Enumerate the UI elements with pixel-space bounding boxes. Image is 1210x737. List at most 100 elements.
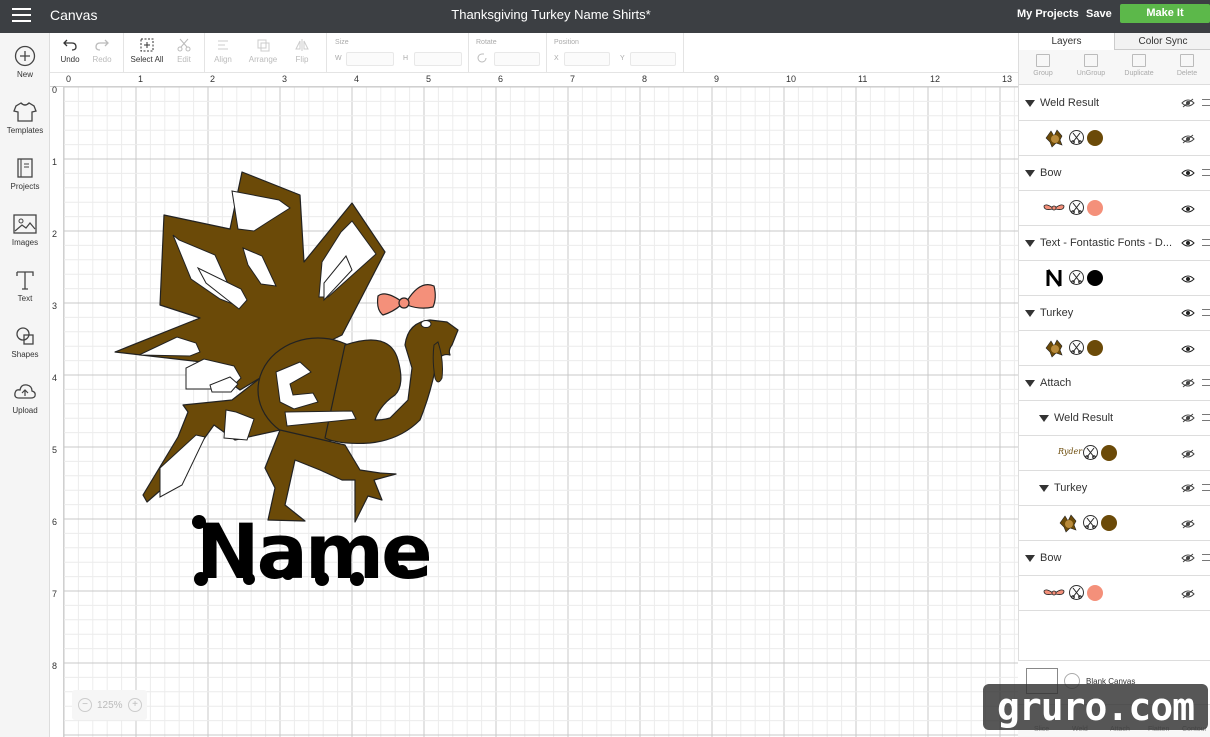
collapse-triangle-icon[interactable] — [1025, 240, 1035, 247]
eye-icon[interactable] — [1181, 168, 1195, 178]
make-it-button[interactable]: Make It — [1120, 4, 1210, 23]
layer-header[interactable]: Turkey — [1019, 471, 1210, 506]
collapse-triangle-icon[interactable] — [1039, 415, 1049, 422]
cut-scissors-icon[interactable] — [1083, 445, 1098, 460]
collapse-triangle-icon[interactable] — [1025, 310, 1035, 317]
tab-layers[interactable]: Layers — [1019, 33, 1115, 50]
group-button[interactable]: Group — [1019, 54, 1067, 77]
align-button[interactable]: Align — [210, 37, 236, 64]
eye-hidden-icon[interactable] — [1181, 134, 1195, 144]
edit-toolbar: Undo Redo Select All Edit Align Arrange … — [50, 33, 1018, 73]
eye-hidden-icon[interactable] — [1181, 589, 1195, 599]
eye-hidden-icon[interactable] — [1181, 413, 1195, 423]
collapse-triangle-icon[interactable] — [1025, 555, 1035, 562]
layer-header[interactable]: Bow — [1019, 541, 1210, 576]
cut-scissors-icon[interactable] — [1083, 515, 1098, 530]
layer-color-swatch[interactable] — [1087, 270, 1103, 286]
cut-scissors-icon[interactable] — [1069, 130, 1084, 145]
height-field[interactable] — [414, 52, 462, 66]
redo-button[interactable]: Redo — [90, 37, 114, 64]
layer-color-swatch[interactable] — [1087, 585, 1103, 601]
width-field[interactable] — [346, 52, 394, 66]
zoom-out-icon[interactable]: − — [78, 698, 92, 712]
layer-item[interactable]: Ryder — [1019, 436, 1210, 471]
layer-item[interactable] — [1019, 576, 1210, 611]
sidebar-item-images[interactable]: Images — [0, 213, 50, 247]
drag-handle-icon[interactable] — [1202, 169, 1210, 176]
layer-header[interactable]: Text - Fontastic Fonts - D... — [1019, 226, 1210, 261]
notebook-icon — [17, 158, 33, 178]
layer-color-swatch[interactable] — [1087, 200, 1103, 216]
select-all-button[interactable]: Select All — [129, 37, 165, 64]
cut-scissors-icon[interactable] — [1069, 270, 1084, 285]
ungroup-button[interactable]: UnGroup — [1067, 54, 1115, 77]
collapse-triangle-icon[interactable] — [1039, 485, 1049, 492]
eye-hidden-icon[interactable] — [1181, 378, 1195, 388]
cut-scissors-icon[interactable] — [1069, 340, 1084, 355]
eye-hidden-icon[interactable] — [1181, 553, 1195, 563]
position-x-field[interactable] — [564, 52, 610, 66]
eye-hidden-icon[interactable] — [1181, 519, 1195, 529]
sidebar-item-shapes[interactable]: Shapes — [0, 325, 50, 359]
drag-handle-icon[interactable] — [1202, 239, 1210, 246]
duplicate-button[interactable]: Duplicate — [1115, 54, 1163, 77]
layer-item[interactable] — [1019, 191, 1210, 226]
cut-scissors-icon[interactable] — [1069, 585, 1084, 600]
layer-header[interactable]: Bow — [1019, 156, 1210, 191]
collapse-triangle-icon[interactable] — [1025, 170, 1035, 177]
ungroup-label: UnGroup — [1076, 70, 1106, 77]
drag-handle-icon[interactable] — [1202, 379, 1210, 386]
drag-handle-icon[interactable] — [1202, 99, 1210, 106]
layer-item[interactable] — [1019, 331, 1210, 366]
save-button[interactable]: Save — [1086, 8, 1112, 20]
flip-button[interactable]: Flip — [290, 37, 314, 64]
eye-hidden-icon[interactable] — [1181, 449, 1195, 459]
rotate-field[interactable] — [494, 52, 540, 66]
layer-header[interactable]: Weld Result — [1019, 401, 1210, 436]
position-y-field[interactable] — [630, 52, 676, 66]
layer-header[interactable]: Turkey — [1019, 296, 1210, 331]
drag-handle-icon[interactable] — [1202, 309, 1210, 316]
drag-handle-icon[interactable] — [1202, 554, 1210, 561]
sidebar-item-upload[interactable]: Upload — [0, 381, 50, 415]
group-label: Group — [1033, 70, 1053, 77]
tab-color-sync[interactable]: Color Sync — [1115, 36, 1210, 47]
layer-color-swatch[interactable] — [1087, 340, 1103, 356]
sidebar-item-templates[interactable]: Templates — [0, 101, 50, 135]
eye-hidden-icon[interactable] — [1181, 98, 1195, 108]
eye-icon[interactable] — [1181, 204, 1195, 214]
cut-scissors-icon[interactable] — [1069, 200, 1084, 215]
layer-color-swatch[interactable] — [1101, 515, 1117, 531]
layer-header[interactable]: Attach — [1019, 366, 1210, 401]
sidebar-label-shapes: Shapes — [11, 350, 39, 359]
layer-item[interactable] — [1019, 506, 1210, 541]
eye-icon[interactable] — [1181, 274, 1195, 284]
zoom-in-icon[interactable]: + — [128, 698, 142, 712]
undo-button[interactable]: Undo — [58, 37, 82, 64]
drag-handle-icon[interactable] — [1202, 414, 1210, 421]
sidebar-label-templates: Templates — [6, 126, 44, 135]
my-projects-link[interactable]: My Projects — [1017, 8, 1079, 20]
horizontal-ruler: 0 1 2 3 4 5 6 7 8 9 10 11 12 13 — [50, 73, 1018, 87]
layer-item[interactable] — [1019, 261, 1210, 296]
sidebar-item-new[interactable]: New — [0, 45, 50, 79]
eye-hidden-icon[interactable] — [1181, 483, 1195, 493]
edit-button[interactable]: Edit — [170, 37, 198, 64]
drag-handle-icon[interactable] — [1202, 484, 1210, 491]
layer-item[interactable] — [1019, 121, 1210, 156]
collapse-triangle-icon[interactable] — [1025, 380, 1035, 387]
name-text-dots — [192, 515, 408, 586]
toolbar-divider — [204, 33, 205, 73]
layer-color-swatch[interactable] — [1101, 445, 1117, 461]
sidebar-item-projects[interactable]: Projects — [0, 157, 50, 191]
sidebar-item-text[interactable]: Text — [0, 269, 50, 303]
arrange-button[interactable]: Arrange — [246, 37, 280, 64]
layer-color-swatch[interactable] — [1087, 130, 1103, 146]
design-canvas[interactable]: Name — [64, 87, 1018, 737]
delete-button[interactable]: Delete — [1163, 54, 1210, 77]
layer-header[interactable]: Weld Result — [1019, 86, 1210, 121]
collapse-triangle-icon[interactable] — [1025, 100, 1035, 107]
eye-icon[interactable] — [1181, 344, 1195, 354]
eye-icon[interactable] — [1181, 308, 1195, 318]
eye-icon[interactable] — [1181, 238, 1195, 248]
